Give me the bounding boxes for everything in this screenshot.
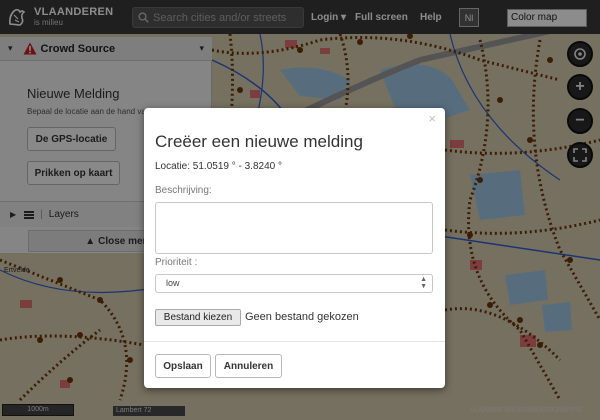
description-label: Beschrijving: bbox=[155, 185, 212, 196]
location-readout: Locatie: 51.0519 ° - 3.8240 ° bbox=[155, 161, 282, 172]
app-root: Ertvelde VLAANDEREN is milieu Login ▾ Fu… bbox=[0, 0, 600, 420]
dialog-divider bbox=[144, 341, 445, 342]
close-icon[interactable]: × bbox=[428, 111, 436, 126]
choose-file-button[interactable]: Bestand kiezen bbox=[155, 309, 241, 326]
priority-value: low bbox=[166, 278, 180, 288]
file-status: Geen bestand gekozen bbox=[245, 311, 359, 323]
priority-label: Prioriteit : bbox=[155, 257, 198, 268]
save-button[interactable]: Opslaan bbox=[155, 354, 211, 378]
priority-select[interactable]: low ▲ ▼ bbox=[155, 274, 433, 293]
cancel-button[interactable]: Annuleren bbox=[215, 354, 282, 378]
description-textarea[interactable] bbox=[155, 202, 433, 254]
new-report-dialog: × Creëer een nieuwe melding Locatie: 51.… bbox=[144, 108, 445, 388]
select-arrows-icon: ▲ ▼ bbox=[420, 276, 427, 290]
dialog-title: Creëer een nieuwe melding bbox=[155, 132, 363, 151]
